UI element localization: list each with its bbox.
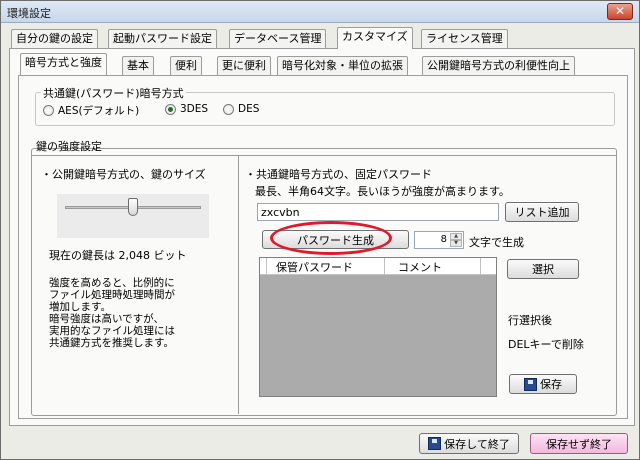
char-count-value: 8	[440, 234, 447, 245]
description-line: 実用的なファイル処理には	[49, 325, 175, 337]
hint-select-row: 行選択後	[508, 314, 552, 327]
subtab-encryption-targets[interactable]: 暗号化対象・単位の拡張	[277, 56, 408, 76]
close-icon: ✕	[614, 4, 626, 18]
stepper-buttons[interactable]: ▲ ▼	[450, 233, 462, 247]
radio-aes[interactable]: AES(デフォルト)	[43, 103, 139, 118]
radio-aes-label: AES(デフォルト)	[58, 105, 140, 117]
save-icon	[428, 437, 442, 450]
stepper-down-icon[interactable]: ▼	[450, 240, 462, 247]
strength-divider	[32, 155, 616, 156]
save-and-close-label: 保存して終了	[444, 437, 510, 451]
key-size-slider[interactable]	[57, 194, 209, 238]
tab-license[interactable]: ライセンス管理	[421, 29, 508, 49]
stepper-up-icon[interactable]: ▲	[450, 233, 462, 240]
key-length-text: 現在の鍵長は 2,048 ビット	[49, 249, 187, 262]
column-header-comment[interactable]: コメント	[398, 259, 442, 275]
radio-3des-label: 3DES	[180, 103, 209, 115]
add-to-list-button[interactable]: リスト追加	[505, 202, 579, 222]
annotation-oval	[270, 221, 392, 255]
description-line: ファイル処理時処理時間が	[49, 289, 175, 301]
title-bar[interactable]: 環境設定 ✕	[1, 1, 639, 23]
tab-database[interactable]: データベース管理	[229, 29, 327, 49]
select-button[interactable]: 選択	[507, 259, 579, 279]
radio-des-indicator	[223, 103, 234, 115]
save-list-label: 保存	[540, 378, 562, 391]
save-list-button[interactable]: 保存	[509, 374, 577, 394]
char-count-suffix: 文字で生成	[469, 236, 524, 249]
fixed-password-heading: ・共通鍵暗号方式の、固定パスワード	[245, 168, 432, 181]
list-header: 保管パスワード コメント	[260, 258, 496, 275]
password-input[interactable]: zxcvbn	[257, 203, 499, 221]
radio-aes-indicator	[43, 105, 54, 116]
key-size-heading: ・公開鍵暗号方式の、鍵のサイズ	[41, 168, 206, 181]
subtab-basic[interactable]: 基本	[122, 56, 154, 76]
save-icon	[524, 377, 537, 391]
column-separator	[384, 258, 385, 275]
strength-description: 強度を高めると、比例的に ファイル処理時処理時間が 増加します。 暗号強度は高い…	[49, 277, 175, 349]
column-header-password[interactable]: 保管パスワード	[276, 259, 353, 275]
description-line: 暗号強度は高いですが、	[49, 313, 164, 325]
radio-des-label: DES	[238, 103, 260, 115]
radio-3des-indicator	[165, 103, 176, 115]
tab-own-key[interactable]: 自分の鍵の設定	[11, 29, 98, 49]
close-without-saving-button[interactable]: 保存せず終了	[530, 433, 628, 454]
customize-panel: 暗号方式と強度 基本 便利 更に便利 暗号化対象・単位の拡張 公開鍵暗号方式の利…	[9, 48, 635, 426]
subtab-public-key-usability[interactable]: 公開鍵暗号方式の利便性向上	[422, 56, 575, 76]
subtab-cipher-strength[interactable]: 暗号方式と強度	[20, 53, 107, 75]
cipher-strength-panel: 共通鍵(パスワード)暗号方式 AES(デフォルト) 3DES DES 鍵の強度設…	[18, 75, 628, 419]
save-and-close-button[interactable]: 保存して終了	[419, 433, 519, 454]
subtab-more-convenient[interactable]: 更に便利	[217, 56, 271, 76]
strength-group-title: 鍵の強度設定	[36, 140, 102, 153]
column-separator	[266, 258, 267, 275]
window-title: 環境設定	[7, 7, 51, 20]
close-button[interactable]: ✕	[607, 3, 633, 20]
subtab-convenient[interactable]: 便利	[170, 56, 202, 76]
radio-des[interactable]: DES	[223, 103, 259, 115]
hint-delete-key: DELキーで削除	[508, 338, 584, 351]
char-count-stepper[interactable]: 8 ▲ ▼	[414, 231, 464, 249]
cipher-group-title: 共通鍵(パスワード)暗号方式	[41, 85, 186, 101]
description-line: 増加します。	[49, 301, 111, 313]
column-separator	[480, 258, 481, 275]
saved-passwords-list[interactable]: 保管パスワード コメント	[259, 257, 497, 397]
tab-startup-password[interactable]: 起動パスワード設定	[108, 29, 217, 49]
slider-thumb[interactable]	[128, 198, 138, 216]
fixed-password-subheading: 最長、半角64文字。長いほうが強度が高まります。	[255, 185, 510, 198]
description-line: 共通鍵方式を推奨します。	[49, 337, 174, 349]
description-line: 強度を高めると、比例的に	[49, 277, 175, 289]
settings-window: 環境設定 ✕ 自分の鍵の設定 起動パスワード設定 データベース管理 カスタマイズ…	[0, 0, 640, 460]
radio-3des[interactable]: 3DES	[165, 103, 208, 115]
column-divider	[238, 156, 239, 414]
tab-customize[interactable]: カスタマイズ	[337, 27, 413, 49]
